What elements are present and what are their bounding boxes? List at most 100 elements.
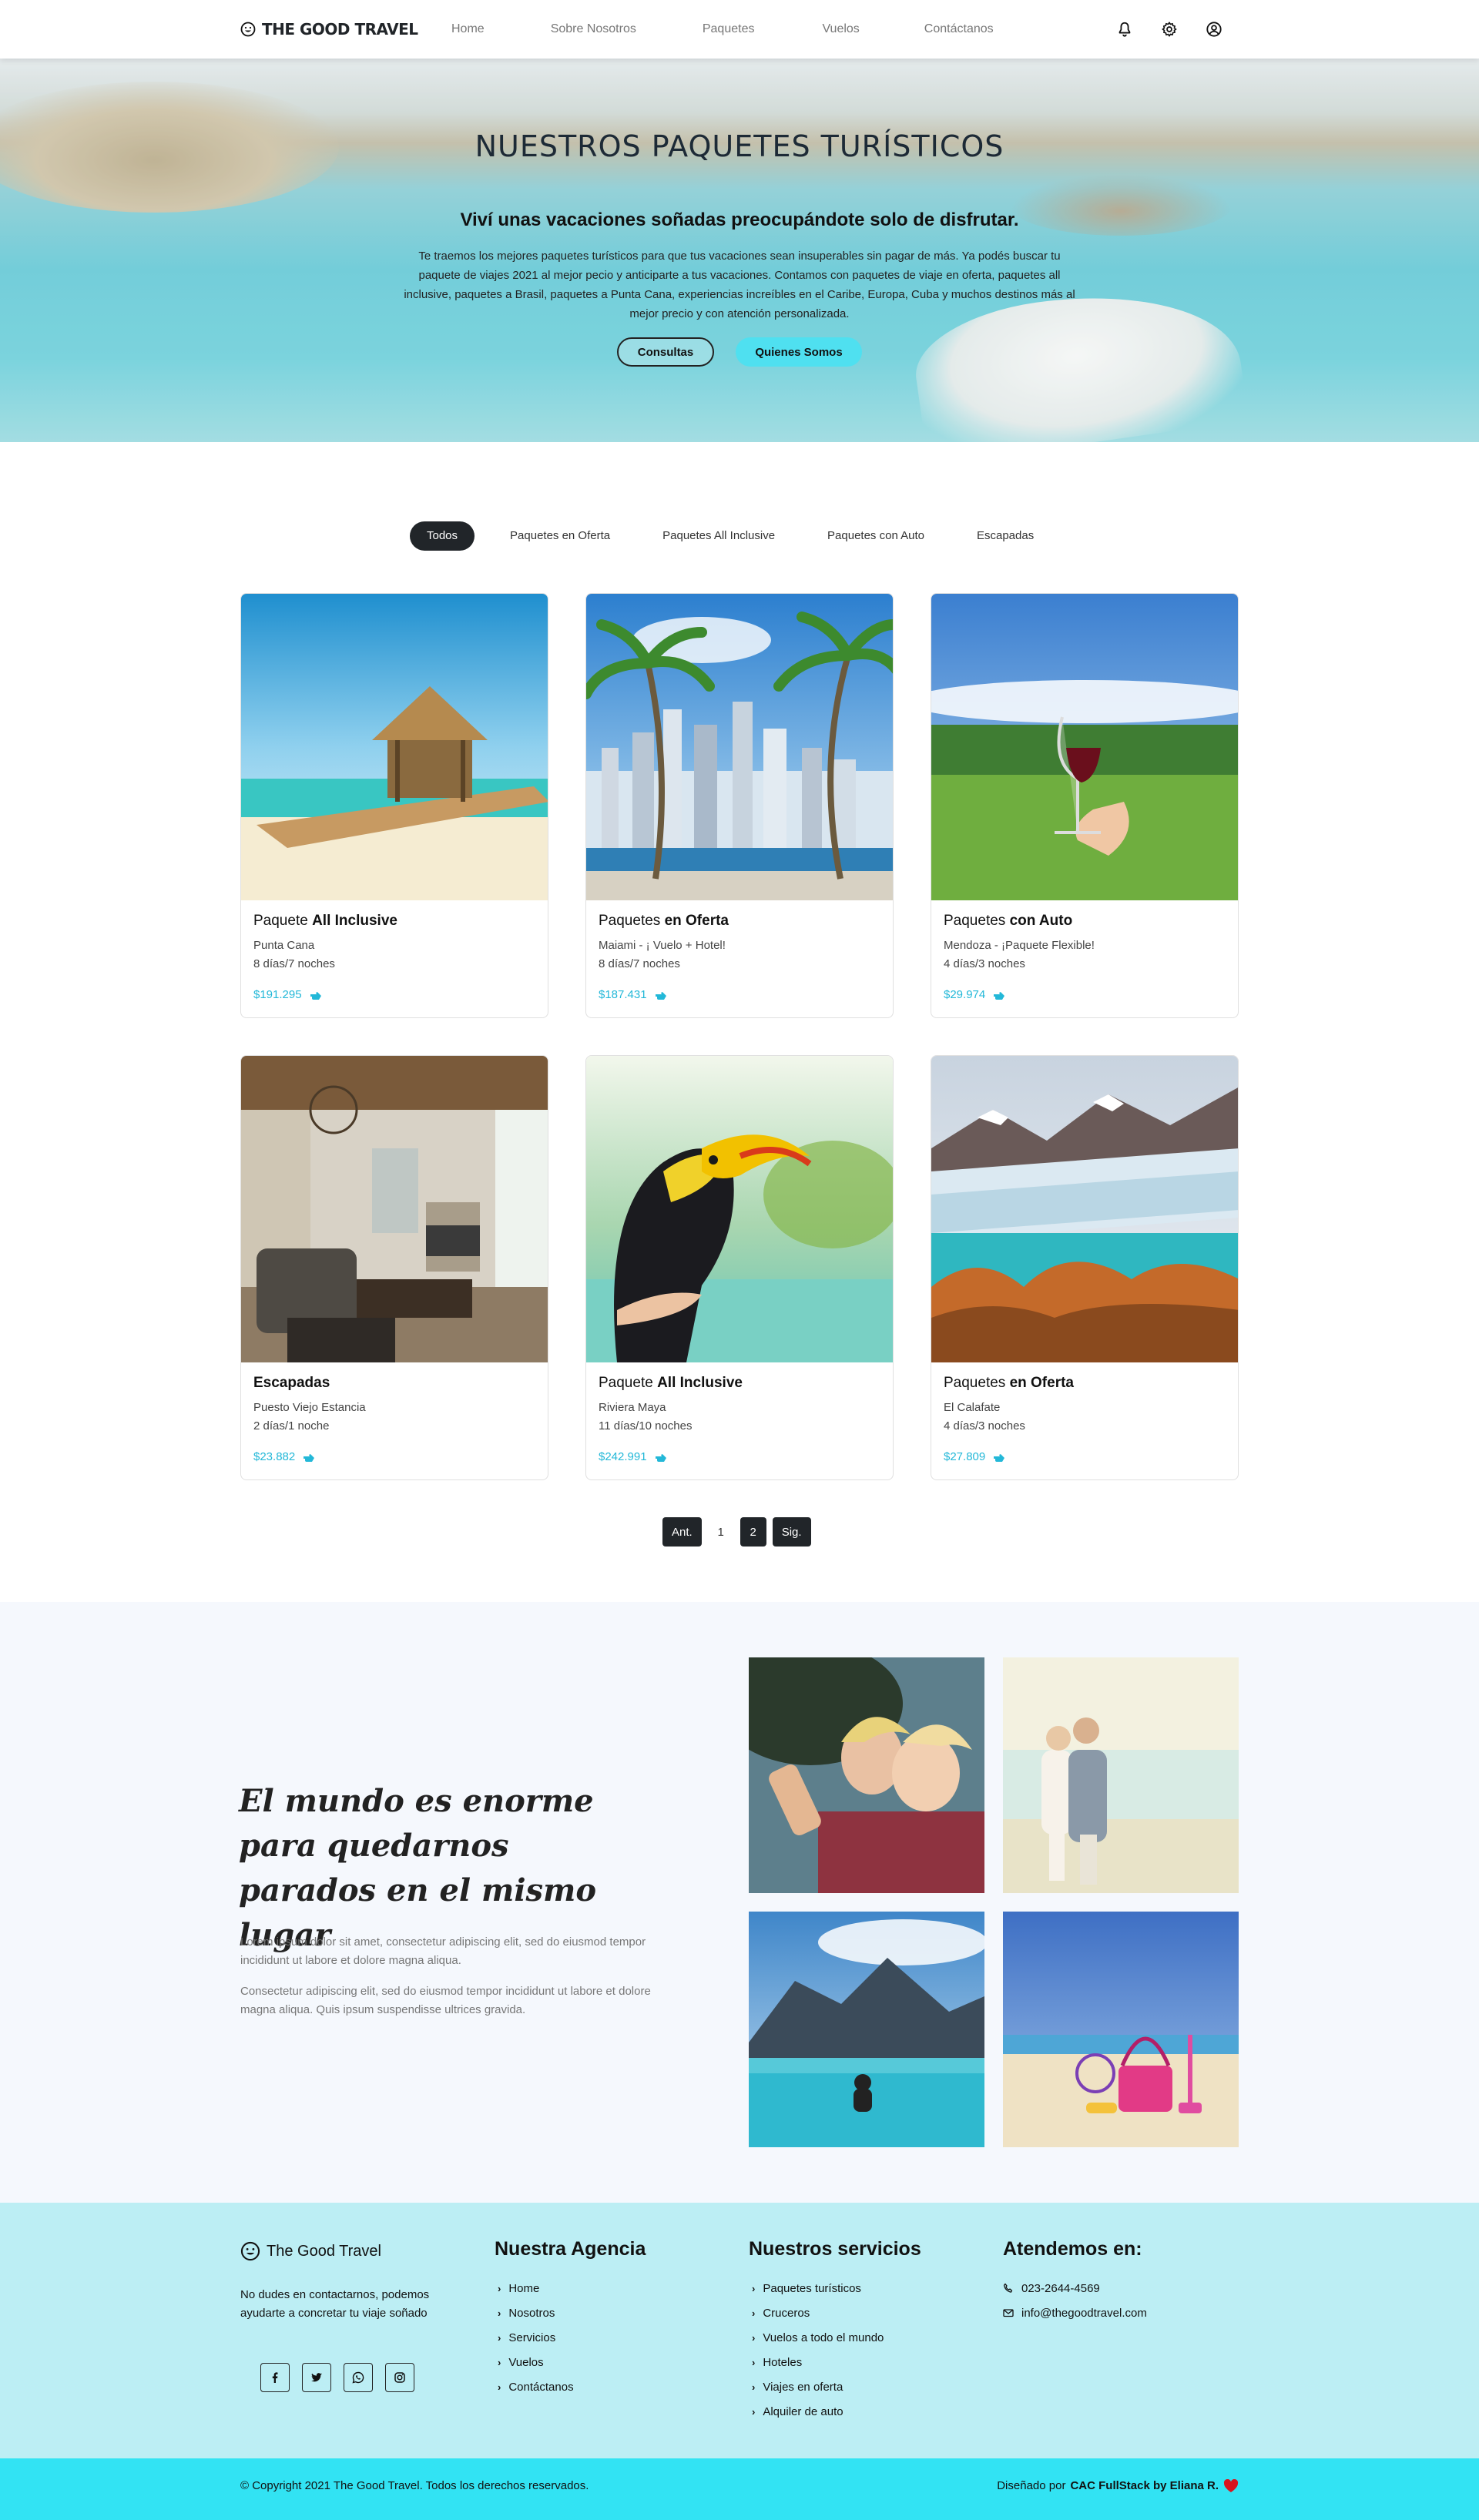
footer-link[interactable]: › Contáctanos [498, 2374, 574, 2399]
nav-sobre-nosotros[interactable]: Sobre Nosotros [551, 17, 636, 42]
footer-services-links: › Paquetes turísticos › Cruceros › Vuelos a… [752, 2276, 884, 2424]
whatsapp-icon[interactable] [344, 2363, 373, 2392]
footer-link[interactable]: › Viajes en oferta [752, 2374, 884, 2399]
footer-email[interactable]: info@thegoodtravel.com [1003, 2301, 1147, 2325]
card-image-punta-cana [241, 594, 548, 900]
footer-email-text: info@thegoodtravel.com [1021, 2306, 1147, 2320]
card-title: Escapadas [253, 1375, 330, 1392]
footer-link[interactable]: › Paquetes turísticos [752, 2276, 884, 2301]
nav-home[interactable]: Home [451, 17, 485, 42]
card-title: Paquetes en Oferta [944, 1375, 1074, 1392]
footer-link[interactable]: › Vuelos [498, 2350, 574, 2374]
gear-icon[interactable] [1160, 15, 1179, 43]
footer-contact-title: Atendemos en: [1003, 2238, 1142, 2260]
hero-banner: NUESTROS PAQUETES TURÍSTICOS Viví unas v… [0, 59, 1479, 442]
chevron-right-icon: › [752, 2381, 756, 2393]
card-price[interactable]: $23.882 [253, 1450, 315, 1463]
filter-con-auto[interactable]: Paquetes con Auto [810, 521, 941, 551]
card-price-value: $187.431 [599, 988, 647, 1001]
gallery-image-couple-beach [1003, 1657, 1239, 1893]
card-title: Paquetes con Auto [944, 913, 1072, 930]
nav-contactanos[interactable]: Contáctanos [924, 17, 994, 42]
filter-escapadas[interactable]: Escapadas [960, 521, 1051, 551]
package-card[interactable]: Escapadas Puesto Viejo Estancia 2 días/1… [240, 1055, 548, 1480]
card-title-strong: All Inclusive [657, 1375, 743, 1391]
hand-pointer-icon [994, 1453, 1005, 1462]
chevron-right-icon: › [498, 2307, 501, 2319]
card-title-prefix: Paquetes [944, 913, 1010, 929]
hero-title: NUESTROS PAQUETES TURÍSTICOS [475, 129, 1004, 163]
facebook-icon[interactable] [260, 2363, 290, 2392]
twitter-icon[interactable] [302, 2363, 331, 2392]
card-price-value: $191.295 [253, 988, 302, 1001]
footer-link-label: Hoteles [763, 2355, 803, 2369]
smile-icon [240, 2241, 260, 2261]
nav-vuelos[interactable]: Vuelos [822, 17, 859, 42]
pagination-next[interactable]: Sig. [772, 1517, 811, 1547]
card-title-strong: con Auto [1009, 913, 1073, 929]
footer-link[interactable]: › Nosotros [498, 2301, 574, 2325]
card-price[interactable]: $242.991 [599, 1450, 667, 1463]
filter-all-inclusive[interactable]: Paquetes All Inclusive [646, 521, 792, 551]
pagination-prev[interactable]: Ant. [662, 1517, 702, 1547]
card-price[interactable]: $29.974 [944, 988, 1005, 1001]
pagination-page-2[interactable]: 2 [740, 1517, 766, 1547]
footer-brand[interactable]: The Good Travel [240, 2241, 381, 2261]
gallery-image-beach-bag [1003, 1912, 1239, 2147]
card-image-miami [586, 594, 893, 900]
filter-todos[interactable]: Todos [410, 521, 475, 551]
card-price[interactable]: $191.295 [253, 988, 322, 1001]
chevron-right-icon: › [752, 2282, 756, 2294]
bell-icon[interactable] [1115, 15, 1134, 43]
card-price[interactable]: $27.809 [944, 1450, 1005, 1463]
footer-bottom-bar [0, 2458, 1479, 2520]
footer-link[interactable]: › Hoteles [752, 2350, 884, 2374]
footer-description: No dudes en contactarnos, podemos ayudar… [240, 2288, 430, 2320]
footer-link-label: Vuelos [508, 2355, 544, 2369]
package-card[interactable]: Paquete All Inclusive Riviera Maya 11 dí… [585, 1055, 894, 1480]
card-title: Paquete All Inclusive [253, 913, 397, 930]
package-card[interactable]: Paquete All Inclusive Punta Cana 8 días/… [240, 593, 548, 1018]
footer-contact-list: 023-2644-4569 info@thegoodtravel.com [1003, 2276, 1147, 2325]
footer-link[interactable]: › Home [498, 2276, 574, 2301]
quienes-somos-button[interactable]: Quienes Somos [736, 337, 862, 367]
chevron-right-icon: › [498, 2356, 501, 2368]
pagination: Ant. 1 2 Sig. [662, 1517, 811, 1547]
user-circle-icon[interactable] [1205, 15, 1223, 43]
card-title-strong: All Inclusive [312, 913, 397, 929]
card-duration: 8 días/7 noches [253, 957, 335, 970]
footer-link-label: Paquetes turísticos [763, 2281, 861, 2295]
footer-link[interactable]: › Vuelos a todo el mundo [752, 2325, 884, 2350]
package-card[interactable]: Paquetes en Oferta Maiami - ¡ Vuelo + Ho… [585, 593, 894, 1018]
footer-phone-text: 023-2644-4569 [1021, 2281, 1100, 2295]
footer-phone[interactable]: 023-2644-4569 [1003, 2276, 1147, 2301]
nav-paquetes[interactable]: Paquetes [703, 17, 755, 42]
designer-name[interactable]: CAC FullStack by Eliana R. [1070, 2477, 1219, 2495]
instagram-icon[interactable] [385, 2363, 414, 2392]
footer-link-label: Home [508, 2281, 540, 2295]
card-image-el-calafate [931, 1056, 1238, 1362]
card-location: Puesto Viejo Estancia [253, 1401, 366, 1414]
chevron-right-icon: › [752, 2356, 756, 2368]
card-title-strong: en Oferta [664, 913, 729, 929]
card-price[interactable]: $187.431 [599, 988, 667, 1001]
footer-link[interactable]: › Servicios [498, 2325, 574, 2350]
card-location: El Calafate [944, 1401, 1001, 1414]
package-card[interactable]: Paquetes con Auto Mendoza - ¡Paquete Fle… [931, 593, 1239, 1018]
footer-link[interactable]: › Cruceros [752, 2301, 884, 2325]
footer-link-label: Alquiler de auto [763, 2404, 843, 2418]
top-navbar: THE GOOD TRAVEL Home Sobre Nosotros Paqu… [0, 0, 1479, 59]
filter-oferta[interactable]: Paquetes en Oferta [493, 521, 627, 551]
footer-link-label: Nosotros [508, 2306, 555, 2320]
package-card[interactable]: Paquetes en Oferta El Calafate 4 días/3 … [931, 1055, 1239, 1480]
card-duration: 2 días/1 noche [253, 1419, 330, 1433]
consultas-button[interactable]: Consultas [617, 337, 714, 367]
card-title-strong: Escapadas [253, 1375, 330, 1391]
brand-logo-text: THE GOOD TRAVEL [262, 20, 418, 39]
footer-link[interactable]: › Alquiler de auto [752, 2399, 884, 2424]
card-image-mendoza [931, 594, 1238, 900]
brand-logo[interactable]: THE GOOD TRAVEL [240, 15, 418, 43]
chevron-right-icon: › [752, 2307, 756, 2319]
pagination-page-1[interactable]: 1 [708, 1517, 734, 1547]
card-duration: 4 días/3 noches [944, 1419, 1025, 1433]
